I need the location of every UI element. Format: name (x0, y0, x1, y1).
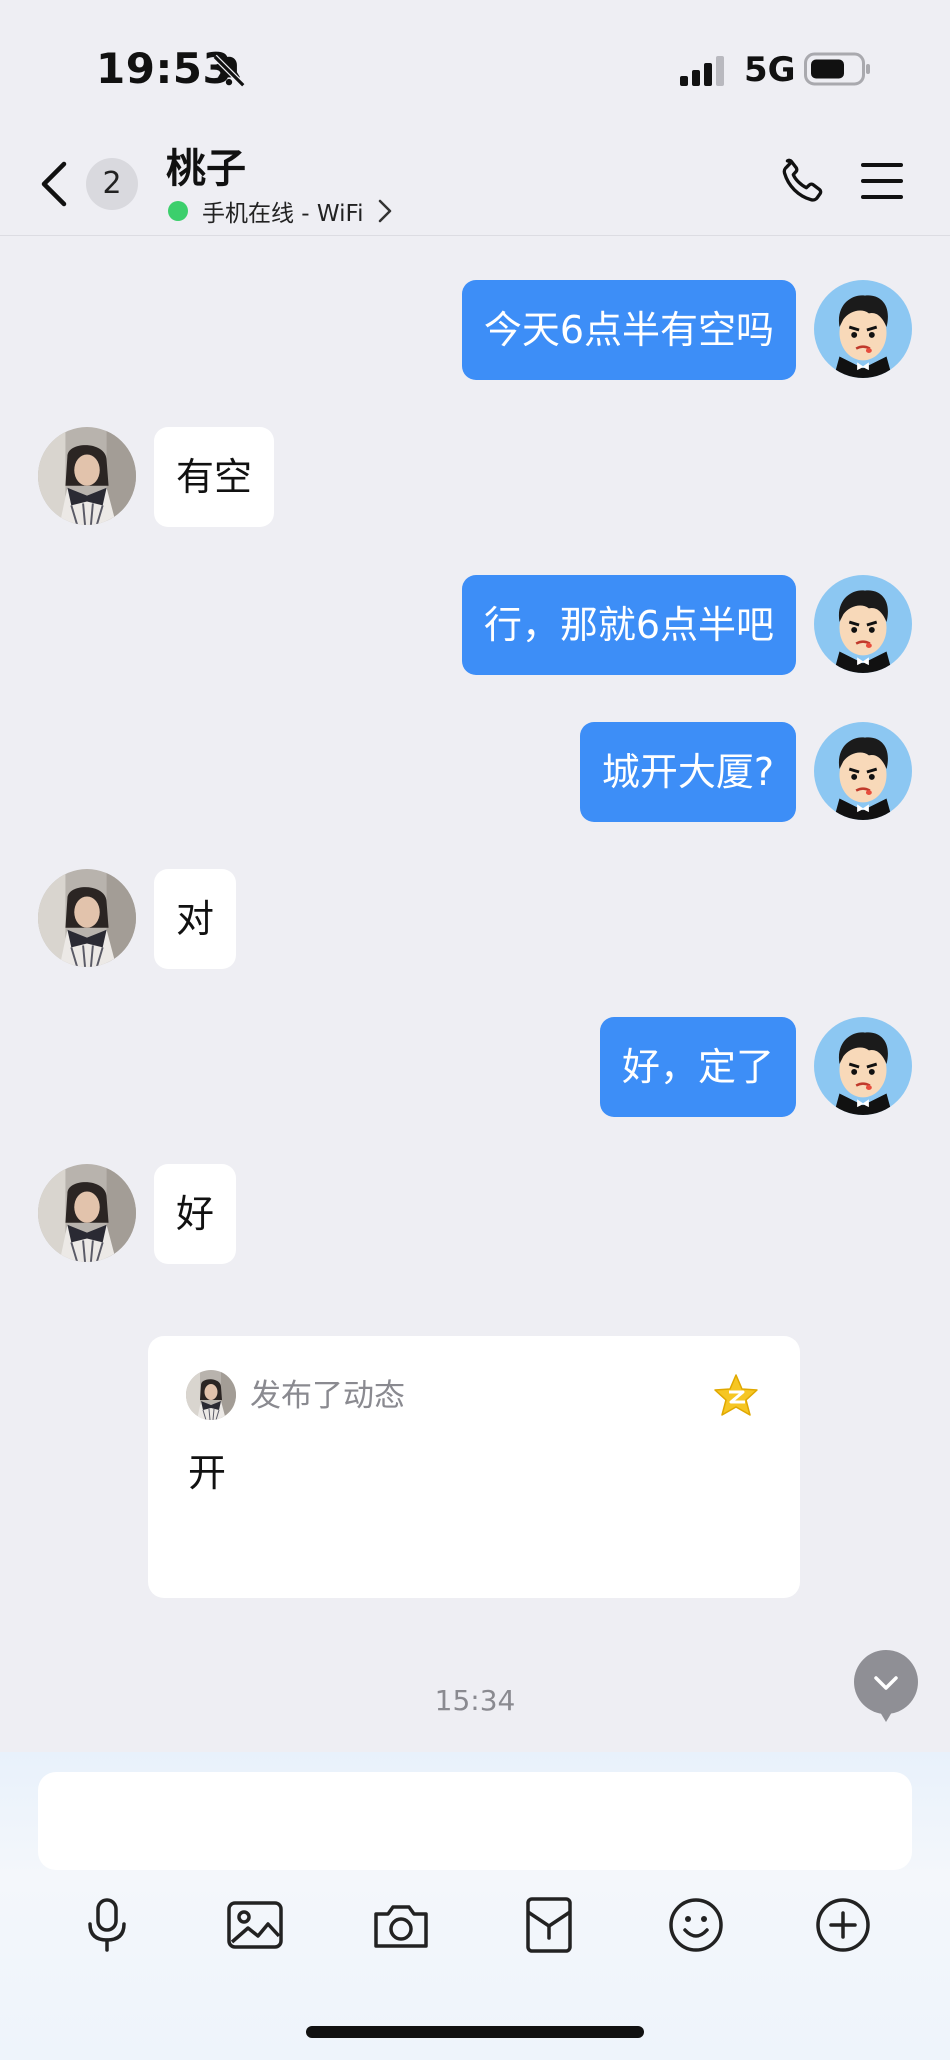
my-avatar[interactable] (814, 280, 912, 378)
chat-header: 2 桃子 手机在线 - WiFi (0, 132, 950, 236)
contact-avatar[interactable] (38, 1164, 136, 1262)
message-bubble-outgoing[interactable]: 今天6点半有空吗 (461, 280, 796, 380)
input-area (0, 1752, 950, 2060)
my-avatar[interactable] (814, 575, 912, 673)
signal-icon (680, 56, 724, 86)
my-avatar[interactable] (814, 1017, 912, 1115)
image-icon[interactable] (224, 1894, 286, 1956)
message-bubble-incoming[interactable]: 有空 (154, 427, 275, 527)
red-packet-icon[interactable] (518, 1894, 580, 1956)
online-dot (168, 201, 188, 221)
my-avatar[interactable] (814, 722, 912, 820)
back-icon[interactable] (36, 156, 72, 212)
contact-avatar[interactable] (38, 869, 136, 967)
menu-icon[interactable] (860, 160, 904, 202)
moment-author-avatar (186, 1370, 236, 1420)
emoji-icon[interactable] (665, 1894, 727, 1956)
contact-name[interactable]: 桃子 (166, 136, 246, 194)
message-bubble-outgoing[interactable]: 行，那就6点半吧 (461, 575, 796, 675)
qzone-star-icon (714, 1374, 758, 1416)
scroll-to-bottom-button[interactable] (854, 1650, 918, 1722)
message-bubble-incoming[interactable]: 好 (154, 1164, 237, 1264)
unread-badge[interactable]: 2 (86, 158, 138, 210)
online-status-text: 手机在线 - WiFi (202, 201, 364, 227)
status-bar: 19:53 5G (0, 0, 950, 140)
message-bubble-incoming[interactable]: 对 (154, 869, 237, 969)
online-status[interactable]: 手机在线 - WiFi (168, 194, 394, 228)
network-label: 5G (744, 50, 796, 90)
plus-icon[interactable] (812, 1894, 874, 1956)
message-input[interactable] (38, 1772, 912, 1870)
contact-avatar[interactable] (38, 427, 136, 525)
chevron-right-icon (378, 199, 391, 223)
bell-off-icon (212, 54, 246, 88)
moment-action-label: 发布了动态 (250, 1378, 405, 1414)
moment-content: 开 (188, 1451, 227, 1495)
battery-icon (804, 52, 870, 86)
camera-icon[interactable] (370, 1894, 432, 1956)
message-timestamp: 15:34 (434, 1684, 516, 1717)
message-bubble-outgoing[interactable]: 城开大厦? (579, 722, 796, 822)
phone-icon[interactable] (776, 154, 826, 206)
moment-share-card[interactable]: 发布了动态 开 (148, 1336, 800, 1598)
message-bubble-outgoing[interactable]: 好，定了 (599, 1017, 796, 1117)
microphone-icon[interactable] (76, 1894, 138, 1956)
home-indicator[interactable] (306, 2026, 644, 2038)
